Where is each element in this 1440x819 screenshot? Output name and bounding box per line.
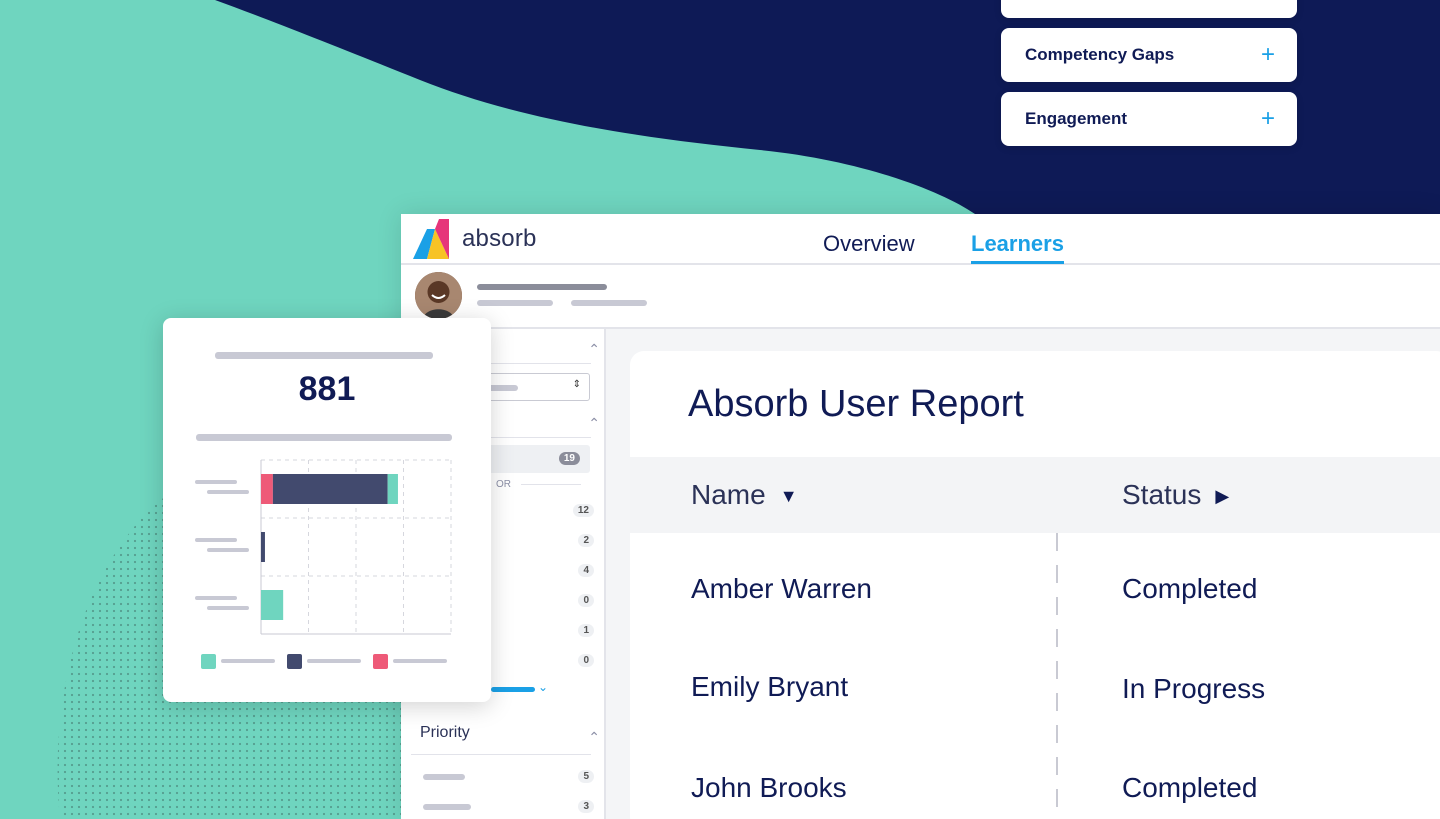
bar-segment	[261, 590, 284, 620]
count-badge: 1	[578, 624, 594, 637]
caret-right-icon[interactable]: ▶	[1215, 486, 1229, 506]
legend-swatch	[201, 654, 216, 669]
legend-label-placeholder	[393, 659, 447, 663]
accordion-label: Engagement	[1025, 109, 1128, 128]
app-window: absorb Overview Learners ⌃ ⇕ ⌃ 19 OR 12 …	[401, 214, 1440, 819]
bar-segment	[272, 474, 388, 504]
report-panel: Absorb User Report Name ▼ Status ▶ Amber W…	[630, 351, 1440, 819]
table-cell-status: Completed	[1122, 772, 1258, 803]
user-meta-placeholder	[477, 300, 553, 306]
report-title: Absorb User Report	[688, 383, 1024, 425]
count-badge: 5	[578, 770, 594, 783]
accordion-item-top[interactable]	[1001, 0, 1297, 18]
count-badge: 2	[578, 534, 594, 547]
table-cell-name: Amber Warren	[691, 573, 873, 604]
count-badge: 0	[578, 594, 594, 607]
column-header-label: Name	[691, 479, 766, 510]
table-header: Name ▼ Status ▶	[630, 457, 1440, 533]
chevron-down-icon[interactable]: ⌄	[538, 680, 548, 694]
accordion-item-competency-gaps[interactable]: Competency Gaps +	[1001, 28, 1297, 82]
category-label-placeholder	[195, 538, 237, 542]
user-bar	[401, 267, 1440, 329]
count-badge: 0	[578, 654, 594, 667]
accordion-item-engagement[interactable]: Engagement +	[1001, 92, 1297, 146]
priority-option-placeholder	[423, 804, 471, 810]
column-header-status[interactable]: Status ▶	[1122, 479, 1229, 511]
priority-option-placeholder	[423, 774, 465, 780]
bar-segment	[261, 532, 265, 562]
stats-value: 881	[298, 370, 356, 408]
plus-icon[interactable]: +	[1261, 43, 1275, 67]
category-label-placeholder	[207, 490, 249, 494]
app-header: absorb Overview Learners	[401, 214, 1440, 265]
priority-filter-label: Priority	[420, 724, 470, 741]
logo-text: absorb	[462, 225, 537, 252]
category-label-placeholder	[195, 480, 237, 484]
table-cell-name: John Brooks	[691, 772, 847, 803]
card-title-placeholder	[215, 352, 433, 359]
or-separator-label: OR	[496, 479, 511, 490]
main-content: Absorb User Report Name ▼ Status ▶ Amber W…	[606, 329, 1440, 819]
select-arrows-icon: ⇕	[572, 379, 581, 390]
show-more-link[interactable]	[491, 687, 535, 692]
legend-swatch	[287, 654, 302, 669]
count-badge: 19	[558, 452, 580, 465]
bar-segment	[261, 474, 273, 504]
category-label-placeholder	[195, 596, 237, 600]
divider	[411, 754, 591, 755]
stats-card: 881	[163, 318, 491, 702]
tab-learners[interactable]: Learners	[971, 231, 1064, 264]
category-label-placeholder	[207, 548, 249, 552]
category-label-placeholder	[207, 606, 249, 610]
bar-chart	[195, 459, 452, 669]
absorb-logo-icon	[413, 219, 449, 259]
chevron-up-icon[interactable]: ⌃	[588, 341, 600, 358]
user-name-placeholder	[477, 284, 607, 290]
count-badge: 3	[578, 800, 594, 813]
legend-swatch	[373, 654, 388, 669]
table-cell-status: In Progress	[1122, 673, 1266, 704]
legend-label-placeholder	[307, 659, 361, 663]
legend-label-placeholder	[221, 659, 275, 663]
divider	[521, 484, 581, 485]
user-meta-placeholder	[571, 300, 647, 306]
accordion-label: Competency Gaps	[1025, 45, 1175, 64]
caret-down-icon[interactable]: ▼	[780, 486, 798, 506]
table-cell-status: Completed	[1122, 573, 1258, 604]
card-subtitle-placeholder	[196, 434, 452, 441]
bar-segment	[387, 474, 398, 504]
chevron-up-icon[interactable]: ⌃	[588, 729, 600, 746]
column-header-name[interactable]: Name ▼	[691, 479, 798, 511]
table-cell-name: Emily Bryant	[691, 671, 849, 702]
count-badge: 12	[572, 504, 594, 517]
column-divider	[1056, 533, 1058, 819]
user-photo-icon	[415, 272, 462, 319]
count-badge: 4	[578, 564, 594, 577]
plus-icon[interactable]: +	[1261, 107, 1275, 131]
chevron-up-icon[interactable]: ⌃	[588, 415, 600, 432]
column-header-label: Status	[1122, 479, 1202, 510]
tab-overview[interactable]: Overview	[823, 231, 915, 261]
avatar[interactable]	[415, 272, 462, 319]
